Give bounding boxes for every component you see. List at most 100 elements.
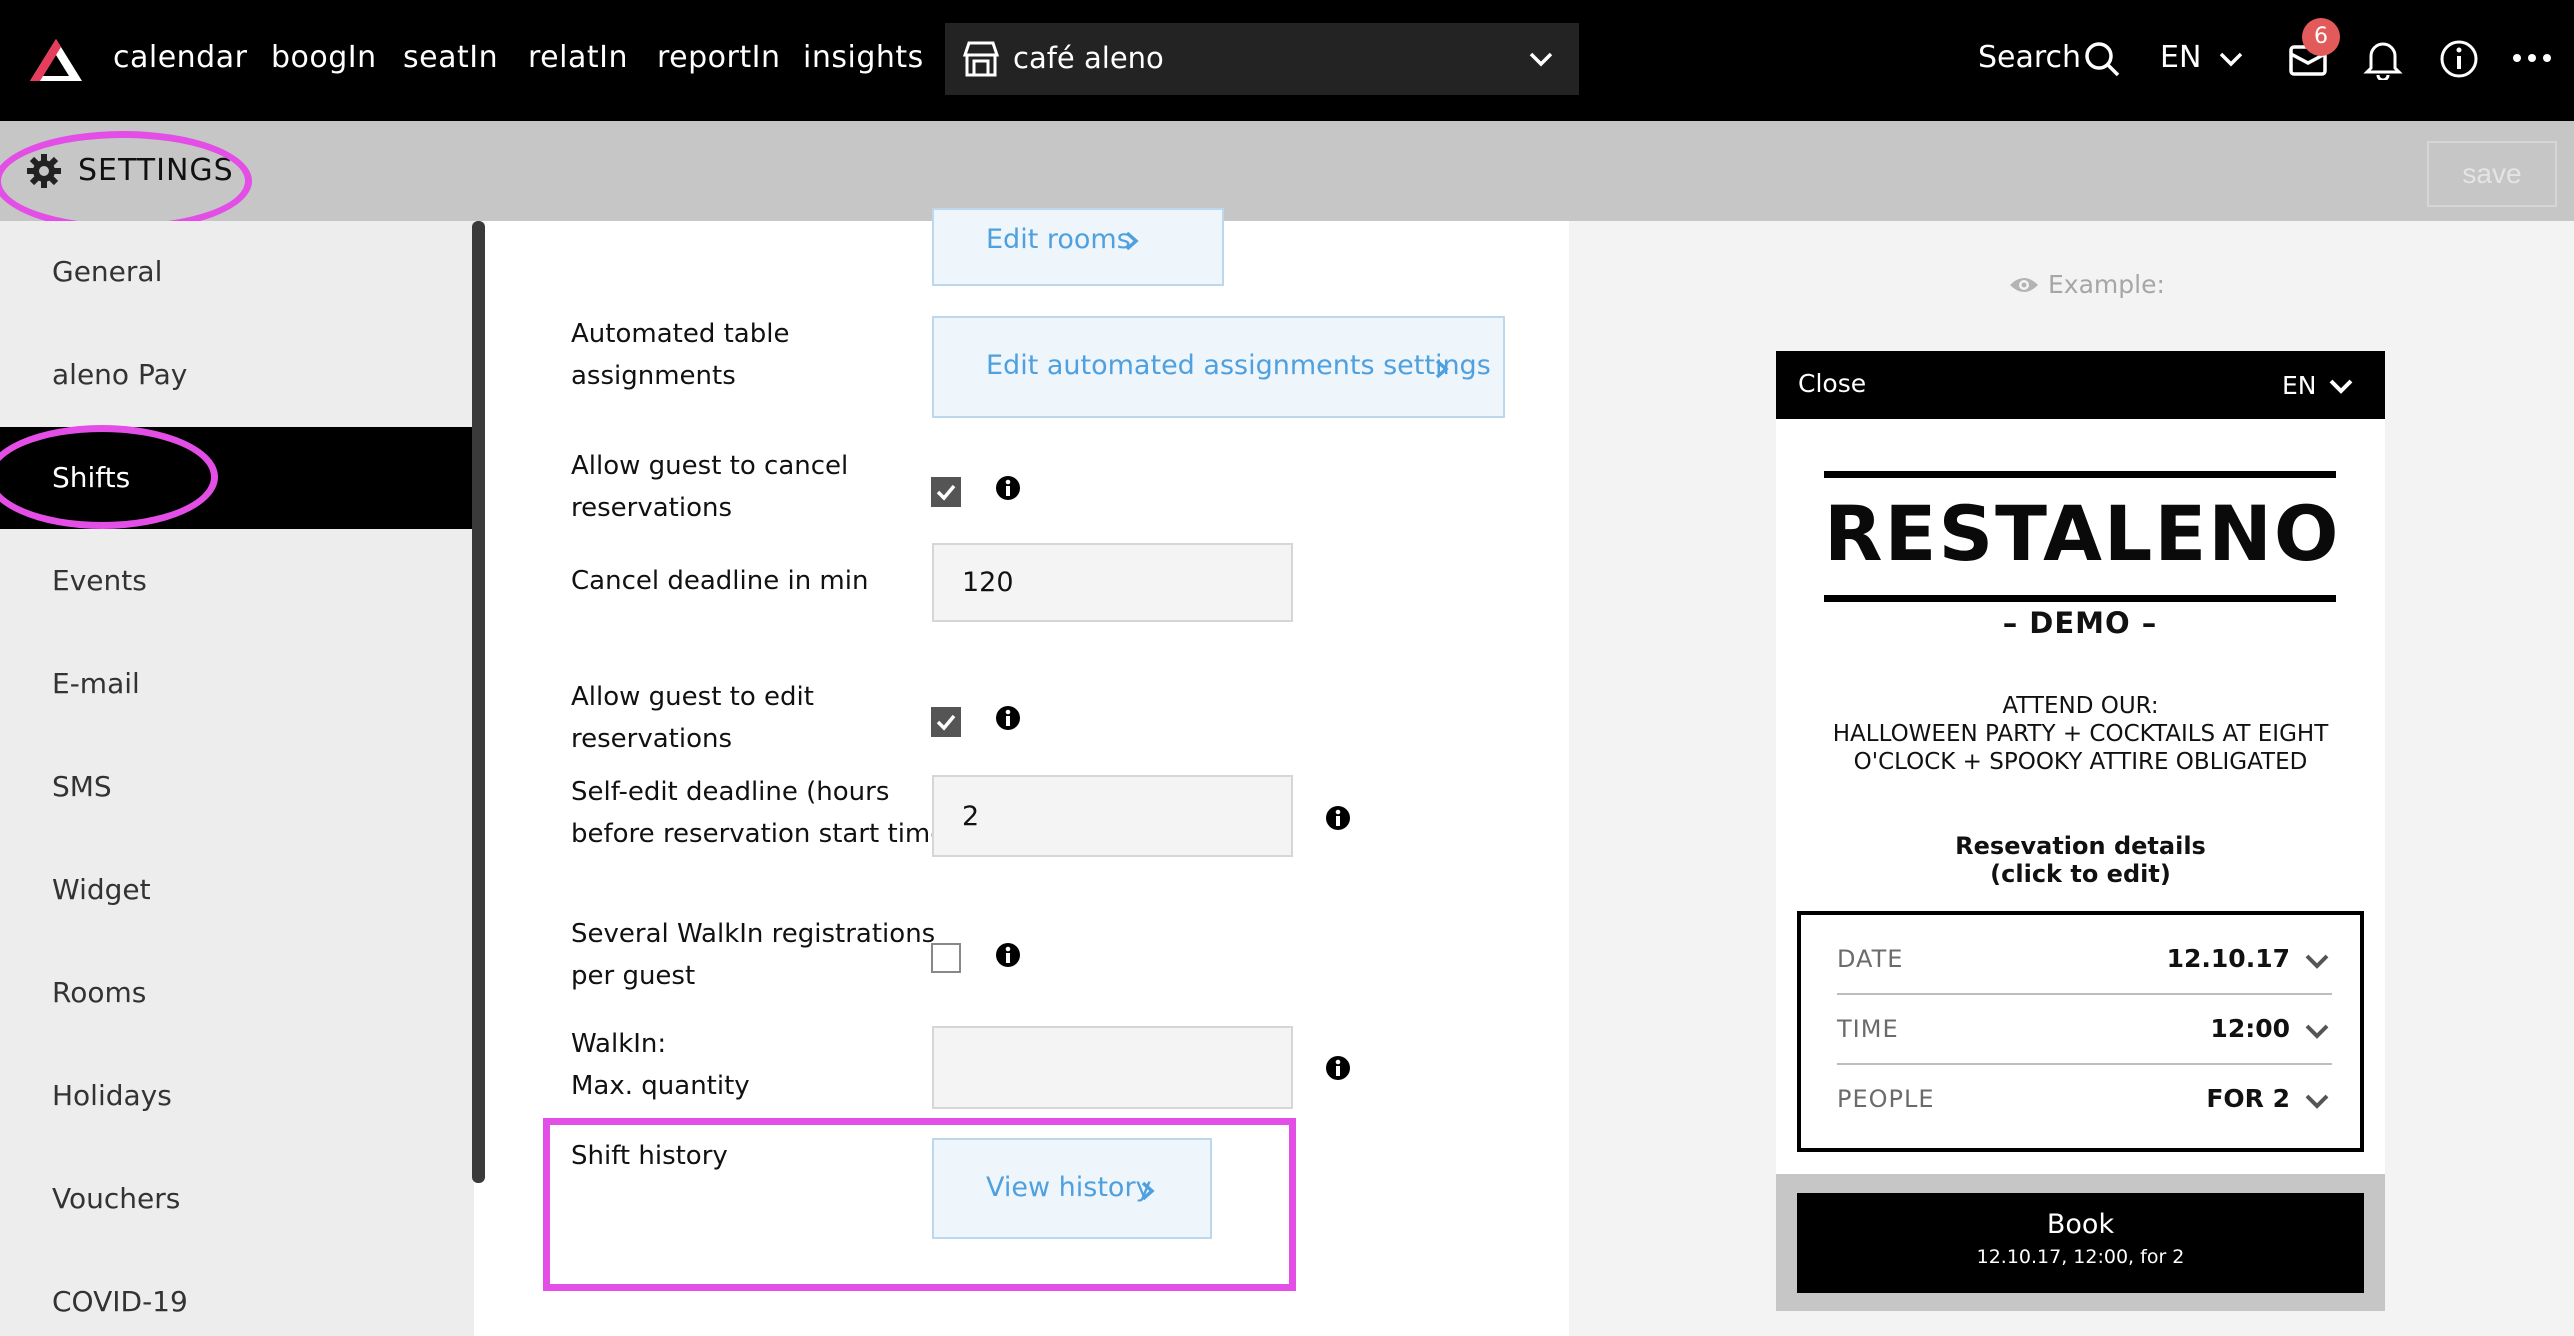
checkmark-icon bbox=[936, 714, 956, 731]
allow-edit-checkbox[interactable] bbox=[931, 707, 961, 737]
reservation-details-hint: (click to edit) bbox=[1990, 860, 2171, 888]
sidebar-item-rooms[interactable]: Rooms bbox=[0, 942, 474, 1044]
sidebar-item-email[interactable]: E-mail bbox=[0, 633, 474, 735]
info-icon[interactable] bbox=[2438, 38, 2480, 80]
sidebar-item-vouchers[interactable]: Vouchers bbox=[0, 1148, 474, 1250]
row-key: TIME bbox=[1837, 1015, 1899, 1043]
cancel-deadline-input[interactable] bbox=[932, 543, 1293, 622]
row-key: DATE bbox=[1837, 945, 1904, 973]
booking-widget-preview: Close EN RESTALENO – DEMO – ATTEND OUR: … bbox=[1776, 351, 2385, 1311]
sidebar-item-label: Vouchers bbox=[52, 1182, 181, 1215]
event-announcement: ATTEND OUR: HALLOWEEN PARTY + COCKTAILS … bbox=[1806, 692, 2355, 776]
sidebar-item-widget[interactable]: Widget bbox=[0, 839, 474, 941]
widget-close-button[interactable]: Close bbox=[1798, 365, 1866, 403]
settings-sidebar: General aleno Pay Shifts Events E-mail S… bbox=[0, 221, 474, 1336]
annotation-highlight-box bbox=[543, 1118, 1296, 1291]
book-footer: Book 12.10.17, 12:00, for 2 bbox=[1776, 1174, 2385, 1311]
nav-calendar[interactable]: calendar bbox=[113, 36, 247, 80]
reservation-details-heading: Resevation details (click to edit) bbox=[1806, 832, 2355, 888]
aleno-logo-icon[interactable] bbox=[28, 36, 84, 84]
checkmark-icon bbox=[936, 484, 956, 501]
self-edit-deadline-input[interactable] bbox=[932, 775, 1293, 857]
annotation-circle bbox=[0, 131, 252, 231]
search-icon[interactable] bbox=[2083, 40, 2121, 78]
walkin-max-quantity-input[interactable] bbox=[932, 1026, 1293, 1109]
sidebar-scrollbar[interactable] bbox=[472, 221, 485, 1183]
allow-cancel-label-line2: reservations bbox=[571, 493, 733, 523]
walkin-max-label-line1: WalkIn: bbox=[571, 1029, 667, 1059]
top-navigation-bar: calendar boogIn seatIn relatIn reportIn … bbox=[0, 0, 2574, 121]
sidebar-item-sms[interactable]: SMS bbox=[0, 736, 474, 838]
chevron-right-icon bbox=[1125, 231, 1139, 251]
reservation-time-row[interactable]: TIME 12:00 bbox=[1837, 995, 2332, 1065]
logo-rule-top bbox=[1824, 471, 2336, 478]
venue-selector[interactable]: café aleno bbox=[945, 23, 1579, 95]
search-label[interactable]: Search bbox=[1978, 36, 2081, 80]
nav-relatin[interactable]: relatIn bbox=[528, 36, 628, 80]
sidebar-item-events[interactable]: Events bbox=[0, 530, 474, 632]
automated-assignments-label-line1: Automated table bbox=[571, 319, 790, 349]
chevron-down-icon bbox=[2305, 954, 2329, 969]
info-icon[interactable] bbox=[995, 942, 1021, 968]
sidebar-item-label: General bbox=[52, 255, 163, 288]
allow-cancel-checkbox[interactable] bbox=[931, 477, 961, 507]
reservation-people-row[interactable]: PEOPLE FOR 2 bbox=[1837, 1065, 2332, 1135]
chevron-down-icon[interactable] bbox=[2328, 375, 2354, 397]
edit-rooms-button[interactable]: Edit rooms bbox=[932, 208, 1224, 286]
book-button[interactable]: Book 12.10.17, 12:00, for 2 bbox=[1797, 1193, 2364, 1293]
reservation-date-row[interactable]: DATE 12.10.17 bbox=[1837, 925, 2332, 995]
info-icon[interactable] bbox=[995, 475, 1021, 501]
sidebar-item-label: aleno Pay bbox=[52, 358, 188, 391]
sidebar-item-label: COVID-19 bbox=[52, 1285, 188, 1318]
logo-rule-bottom bbox=[1824, 595, 2336, 602]
sidebar-item-label: Widget bbox=[52, 873, 151, 906]
edit-automated-assignments-label: Edit automated assignments settings bbox=[986, 350, 1491, 381]
chevron-down-icon bbox=[1529, 52, 1553, 67]
sidebar-item-general[interactable]: General bbox=[0, 221, 474, 323]
nav-boogin[interactable]: boogIn bbox=[271, 36, 377, 80]
logo-subtitle: – DEMO – bbox=[2002, 606, 2158, 640]
allow-cancel-label-line1: Allow guest to cancel bbox=[571, 451, 849, 481]
info-icon[interactable] bbox=[1325, 1055, 1351, 1081]
announcement-line: O'CLOCK + SPOOKY ATTIRE OBLIGATED bbox=[1853, 749, 2308, 775]
self-edit-deadline-label-line2: before reservation start time) bbox=[571, 819, 957, 849]
walkin-registrations-label-line1: Several WalkIn registrations bbox=[571, 919, 936, 949]
row-value: 12.10.17 bbox=[2166, 944, 2290, 973]
store-icon bbox=[962, 41, 1000, 77]
example-label: Example: bbox=[2048, 270, 2165, 299]
chevron-down-icon bbox=[2305, 1094, 2329, 1109]
info-icon[interactable] bbox=[995, 705, 1021, 731]
settings-header: SETTINGS save bbox=[0, 121, 2574, 231]
allow-edit-label-line2: reservations bbox=[571, 724, 733, 754]
chevron-down-icon bbox=[2305, 1024, 2329, 1039]
edit-rooms-label: Edit rooms bbox=[986, 224, 1131, 255]
announcement-line: ATTEND OUR: bbox=[2002, 693, 2159, 719]
automated-assignments-label-line2: assignments bbox=[571, 361, 736, 391]
language-selector[interactable]: EN bbox=[2160, 36, 2201, 80]
sidebar-item-covid-19[interactable]: COVID-19 bbox=[0, 1251, 474, 1336]
nav-seatin[interactable]: seatIn bbox=[403, 36, 498, 80]
more-options-icon[interactable] bbox=[2512, 50, 2552, 66]
save-button[interactable]: save bbox=[2427, 141, 2557, 207]
restaurant-logo: RESTALENO bbox=[1824, 489, 2341, 578]
row-value: 12:00 bbox=[2210, 1014, 2290, 1043]
widget-language-selector[interactable]: EN bbox=[2282, 367, 2317, 405]
sidebar-item-label: Holidays bbox=[52, 1079, 172, 1112]
info-icon[interactable] bbox=[1325, 805, 1351, 831]
reservation-details-box: DATE 12.10.17 TIME 12:00 PEOPLE FOR 2 bbox=[1797, 911, 2364, 1152]
chevron-down-icon[interactable] bbox=[2218, 46, 2244, 72]
notification-count-badge: 6 bbox=[2302, 18, 2340, 56]
nav-insights[interactable]: insights bbox=[803, 36, 924, 80]
bell-icon[interactable] bbox=[2363, 38, 2403, 80]
widget-header: Close EN bbox=[1776, 351, 2385, 419]
chevron-right-icon bbox=[1435, 359, 1449, 379]
walkin-registrations-checkbox[interactable] bbox=[931, 943, 961, 973]
cancel-deadline-label: Cancel deadline in min bbox=[571, 566, 869, 596]
edit-automated-assignments-button[interactable]: Edit automated assignments settings bbox=[932, 316, 1505, 418]
sidebar-item-label: Rooms bbox=[52, 976, 147, 1009]
row-value: FOR 2 bbox=[2206, 1084, 2290, 1113]
eye-icon bbox=[2010, 278, 2038, 292]
nav-reportin[interactable]: reportIn bbox=[657, 36, 781, 80]
sidebar-item-holidays[interactable]: Holidays bbox=[0, 1045, 474, 1147]
sidebar-item-aleno-pay[interactable]: aleno Pay bbox=[0, 324, 474, 426]
